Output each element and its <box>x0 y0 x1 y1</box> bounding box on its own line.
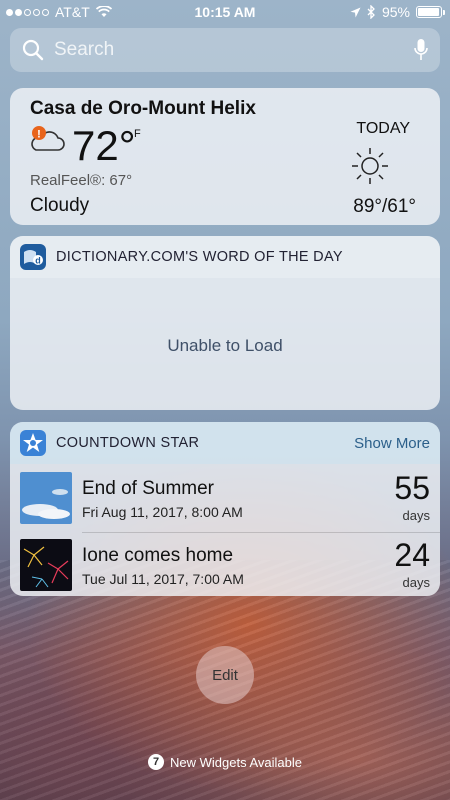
high-low-temperature: 89°/61° <box>353 196 416 217</box>
bluetooth-icon <box>367 5 375 19</box>
today-label: TODAY <box>356 120 410 137</box>
battery-fill <box>418 8 439 16</box>
countdown-days-count: 55 <box>394 470 430 506</box>
new-widgets-label: New Widgets Available <box>170 754 302 770</box>
weather-location: Casa de Oro-Mount Helix <box>30 98 256 119</box>
dictionary-app-icon: d <box>20 244 46 270</box>
sky-clouds-thumbnail <box>20 472 72 524</box>
battery-percent: 95% <box>381 4 410 20</box>
sun-icon <box>352 148 388 184</box>
countdown-event-date: Tue Jul 11, 2017, 7:00 AM <box>82 571 244 587</box>
countdown-star-app-icon <box>20 430 46 456</box>
dictionary-title: DICTIONARY.COM'S WORD OF THE DAY <box>56 249 343 265</box>
new-widgets-banner[interactable]: 7 New Widgets Available <box>0 754 450 770</box>
temperature-unit: F <box>134 128 141 140</box>
battery-icon <box>416 6 445 18</box>
dictionary-header: d DICTIONARY.COM'S WORD OF THE DAY <box>10 236 440 278</box>
current-temperature: 72° <box>72 122 136 169</box>
edit-label: Edit <box>212 666 238 684</box>
search-bar[interactable]: Search <box>10 28 440 72</box>
countdown-item[interactable]: Ione comes home Tue Jul 11, 2017, 7:00 A… <box>10 533 440 596</box>
countdown-header: COUNTDOWN STAR Show More <box>10 422 440 464</box>
countdown-event-date: Fri Aug 11, 2017, 8:00 AM <box>82 504 243 520</box>
countdown-event-name: Ione comes home <box>82 545 234 566</box>
location-arrow-icon <box>350 7 361 17</box>
status-bar: AT&T 10:15 AM 95% <box>0 0 450 24</box>
countdown-event-name: End of Summer <box>82 478 214 499</box>
countdown-widget[interactable]: COUNTDOWN STAR Show More End of Summer F… <box>10 422 440 596</box>
microphone-icon[interactable] <box>414 38 428 62</box>
cloudy-alert-icon: ! <box>31 126 65 151</box>
new-widgets-count-badge: 7 <box>148 754 164 770</box>
fireworks-thumbnail <box>20 539 72 591</box>
dictionary-widget[interactable]: d DICTIONARY.COM'S WORD OF THE DAY Unabl… <box>10 236 440 410</box>
countdown-item[interactable]: End of Summer Fri Aug 11, 2017, 8:00 AM … <box>10 466 440 532</box>
svg-text:!: ! <box>37 129 41 141</box>
weather-widget[interactable]: Casa de Oro-Mount Helix ! 72° F RealFeel… <box>10 88 440 225</box>
edit-button[interactable]: Edit <box>196 646 254 704</box>
search-icon <box>22 39 44 61</box>
weather-condition: Cloudy <box>30 195 90 216</box>
countdown-title: COUNTDOWN STAR <box>56 435 200 451</box>
unable-to-load-message: Unable to Load <box>167 336 283 355</box>
countdown-days-unit: days <box>402 575 430 590</box>
search-placeholder[interactable]: Search <box>54 39 414 61</box>
countdown-days-unit: days <box>402 508 430 523</box>
show-more-button[interactable]: Show More <box>354 435 430 452</box>
realfeel-temperature: RealFeel®: 67° <box>30 172 133 189</box>
countdown-days-count: 24 <box>394 537 430 573</box>
svg-text:d: d <box>35 256 41 266</box>
status-right: 95% <box>350 4 445 20</box>
